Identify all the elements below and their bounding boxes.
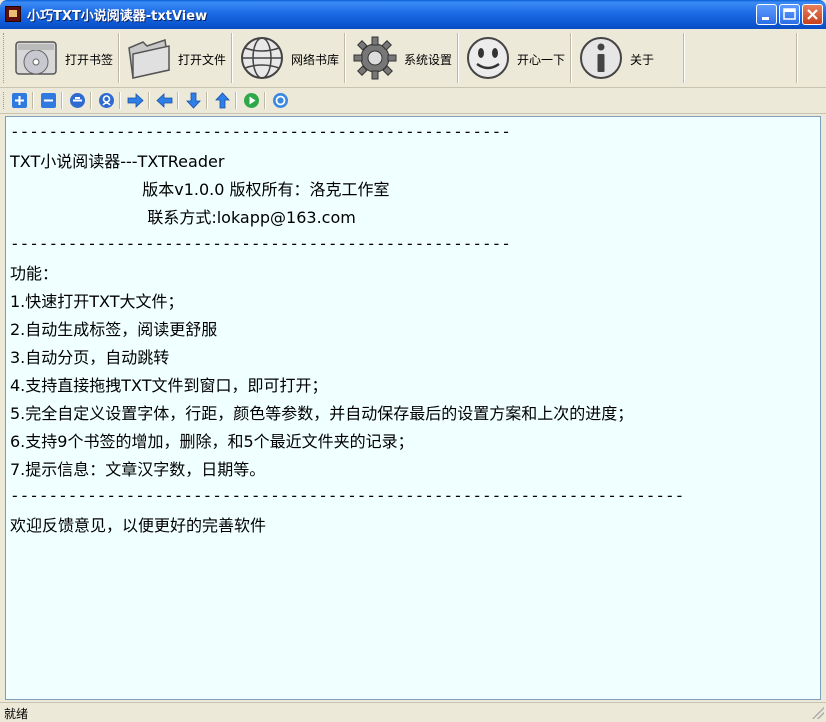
arrow-right-icon[interactable]	[127, 92, 144, 109]
info-icon	[580, 37, 622, 79]
online-library-label: 网络书库	[291, 53, 340, 67]
window-title: 小巧TXT小说阅读器-txtView	[27, 9, 208, 24]
close-icon	[807, 9, 818, 20]
text-content-area[interactable]: ----------------------------------------…	[5, 116, 821, 700]
fun-button[interactable]: 开心一下	[460, 31, 570, 85]
toolbar-grip[interactable]	[3, 92, 7, 109]
smiley-face-icon	[467, 37, 509, 79]
text-line-feature: 6.支持9个书签的增加，删除，和5个最近文件夹的记录；	[10, 432, 414, 451]
toolbar-separator	[206, 92, 208, 109]
text-line-separator: ----------------------------------------…	[10, 122, 511, 141]
text-line-title: TXT小说阅读器---TXTReader	[10, 152, 225, 171]
status-bar: 就绪	[0, 702, 826, 721]
up-circle-icon[interactable]	[69, 92, 86, 109]
text-line-feature: 2.自动生成标签，阅读更舒服	[10, 320, 218, 339]
system-settings-label: 系统设置	[404, 53, 453, 67]
toolbar-separator	[90, 92, 92, 109]
maximize-button[interactable]	[779, 4, 800, 25]
open-file-label: 打开文件	[178, 53, 227, 67]
open-bookmark-label: 打开书签	[65, 53, 114, 67]
close-button[interactable]	[802, 4, 823, 25]
minimize-icon	[762, 17, 769, 20]
resize-grip-icon[interactable]	[812, 707, 824, 719]
toolbar-separator	[235, 92, 237, 109]
system-settings-button[interactable]: 系统设置	[347, 31, 457, 85]
arrow-down-icon[interactable]	[185, 92, 202, 109]
text-line-feature: 7.提示信息：文章汉字数，日期等。	[10, 460, 266, 479]
about-button[interactable]: 关于	[573, 31, 683, 85]
refresh-icon[interactable]	[272, 92, 289, 109]
text-line-separator: ----------------------------------------…	[10, 486, 685, 505]
navigation-toolbar	[0, 88, 826, 114]
toolbar-separator	[570, 33, 572, 83]
text-line-features-heading: 功能：	[10, 264, 59, 283]
text-line-feature: 5.完全自定义设置字体，行距，颜色等参数，并自动保存最后的设置方案和上次的进度；	[10, 404, 634, 423]
open-file-button[interactable]: 打开文件	[121, 31, 231, 85]
zoom-out-icon[interactable]	[40, 92, 57, 109]
toolbar-separator	[32, 92, 34, 109]
title-bar[interactable]: 小巧TXT小说阅读器-txtView	[0, 0, 826, 29]
folder-icon	[128, 39, 170, 79]
toolbar-separator	[231, 33, 233, 83]
about-label: 关于	[630, 53, 655, 67]
status-text: 就绪	[4, 707, 29, 721]
minimize-button[interactable]	[756, 4, 777, 25]
toolbar-separator	[344, 33, 346, 83]
toolbar-grip[interactable]	[3, 33, 7, 83]
main-toolbar: 打开书签 打开文件 网络书库 系统设置 开心一下 关于	[0, 29, 826, 88]
text-line-feature: 4.支持直接拖拽TXT文件到窗口，即可打开；	[10, 376, 328, 395]
online-library-button[interactable]: 网络书库	[234, 31, 344, 85]
toolbar-separator	[683, 33, 685, 83]
toolbar-separator	[148, 92, 150, 109]
down-circle-icon[interactable]	[98, 92, 115, 109]
globe-icon	[241, 37, 283, 79]
toolbar-separator	[796, 33, 798, 83]
toolbar-separator	[119, 92, 121, 109]
toolbar-separator	[264, 92, 266, 109]
play-icon[interactable]	[243, 92, 260, 109]
text-line-contact: 联系方式:lokapp@163.com	[10, 208, 356, 227]
zoom-in-icon[interactable]	[11, 92, 28, 109]
toolbar-separator	[118, 33, 120, 83]
fun-label: 开心一下	[517, 53, 566, 67]
gear-icon	[353, 36, 397, 80]
maximize-icon	[783, 8, 796, 20]
app-icon[interactable]	[5, 6, 21, 22]
toolbar-separator	[61, 92, 63, 109]
arrow-left-icon[interactable]	[156, 92, 173, 109]
toolbar-separator	[457, 33, 459, 83]
toolbar-separator	[177, 92, 179, 109]
bookmark-cd-icon	[15, 41, 57, 75]
arrow-up-icon[interactable]	[214, 92, 231, 109]
text-line-feedback: 欢迎反馈意见，以便更好的完善软件	[10, 516, 267, 535]
text-line-version: 版本v1.0.0 版权所有：洛克工作室	[10, 180, 390, 199]
text-line-separator: ----------------------------------------…	[10, 234, 511, 253]
open-bookmark-button[interactable]: 打开书签	[8, 31, 118, 85]
text-line-feature: 3.自动分页，自动跳转	[10, 348, 170, 367]
text-line-feature: 1.快速打开TXT大文件；	[10, 292, 184, 311]
